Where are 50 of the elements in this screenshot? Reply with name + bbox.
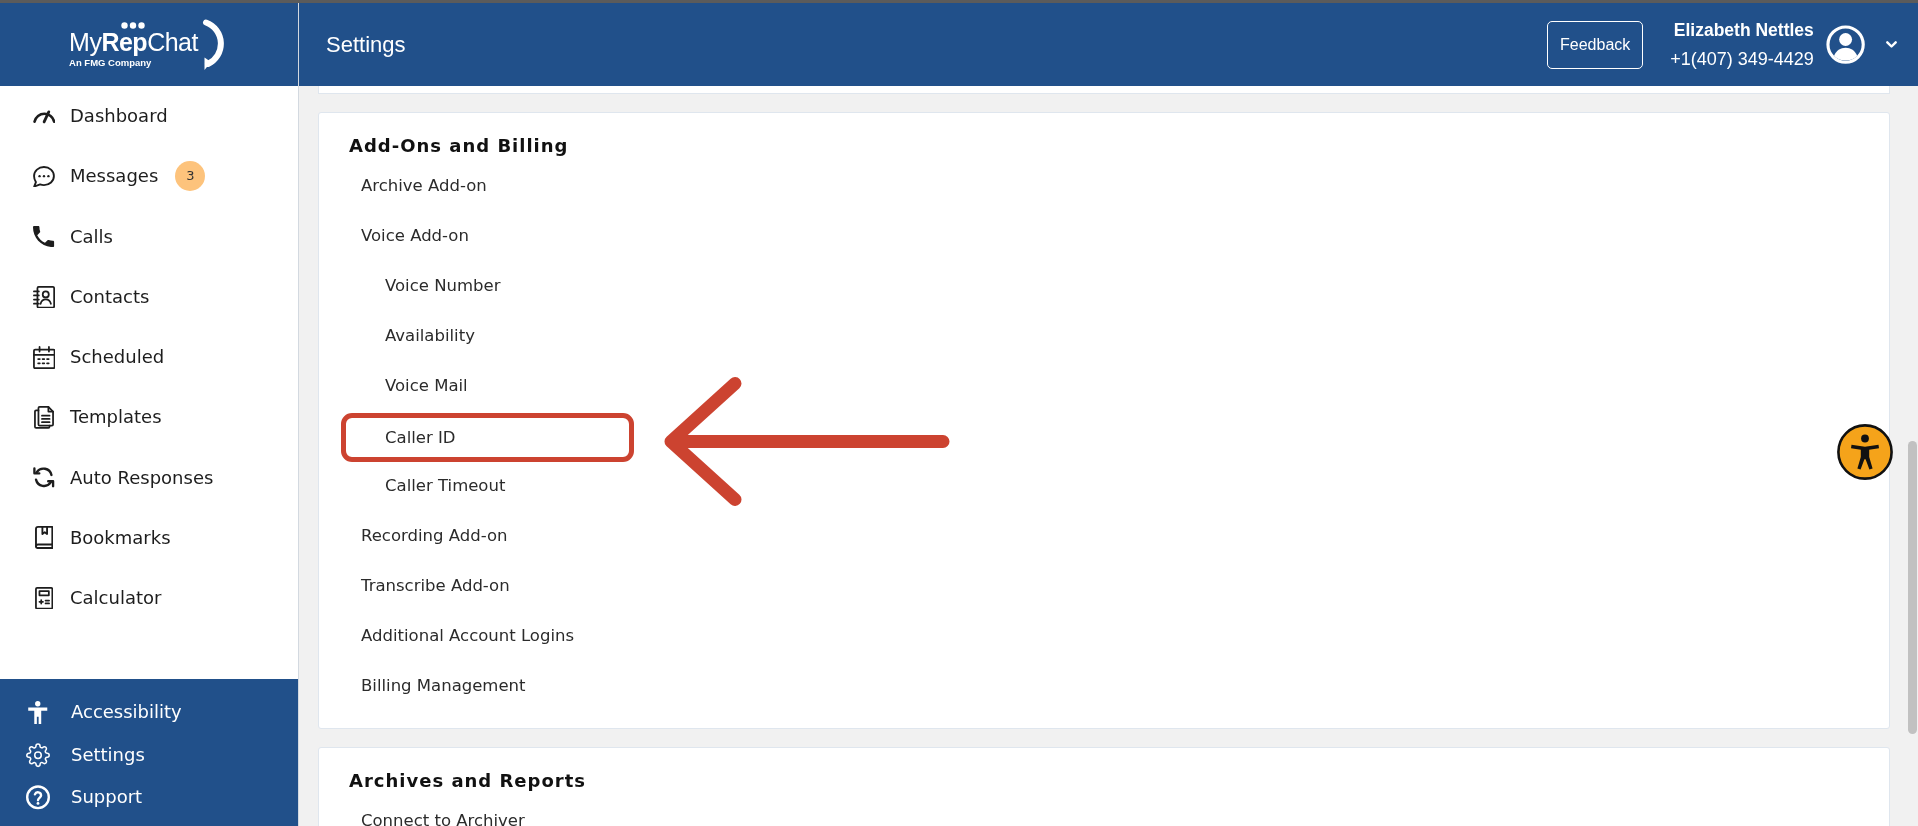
user-avatar-icon[interactable] [1825,24,1865,65]
user-name: Elizabeth Nettles [1673,18,1814,41]
settings-link[interactable]: Billing Management [361,676,526,696]
refresh-icon [33,467,55,488]
sidebar-item[interactable]: Templates [32,405,162,429]
settings-link[interactable]: Voice Number [385,276,501,296]
settings-link[interactable]: Archive Add-on [361,176,487,196]
settings-link[interactable]: Transcribe Add-on [361,576,510,596]
settings-link[interactable]: Connect to Archiver [361,811,525,826]
sidebar-item[interactable]: Bookmarks [32,526,171,550]
accessibility-icon [28,700,48,724]
page-title: Settings [326,30,406,59]
logo-wordmark: MyRepChat [69,29,198,56]
accessibility-icon[interactable] [1837,424,1893,480]
settings-icon [26,741,50,768]
sidebar-item[interactable]: Accessibility [26,700,182,724]
chevron-down-icon[interactable] [1886,40,1897,49]
document-icon [34,405,54,429]
unread-count: 3 [175,161,206,192]
gauge-icon [32,108,56,124]
sidebar-item[interactable]: Dashboard [32,105,168,128]
section-title: Add-Ons and Billing [349,134,569,158]
sidebar-item[interactable]: Calculator [32,586,162,610]
chat-bubble-icon [32,165,56,188]
settings-link[interactable]: Additional Account Logins [361,626,575,646]
book-icon [34,526,54,550]
feedback-button[interactable]: Feedback [1547,20,1644,69]
sidebar-item[interactable]: Settings [26,741,145,768]
sidebar-item[interactable]: Scheduled [32,345,165,369]
settings-link[interactable]: Caller Timeout [385,476,506,496]
sidebar-item[interactable]: Contacts [32,285,150,309]
logo-dots-icon [121,21,146,29]
settings-link[interactable]: Caller ID [341,413,634,462]
calendar-icon [32,345,56,369]
settings-link[interactable]: Availability [385,326,475,346]
phone-icon [33,226,55,248]
help-icon [26,784,50,810]
settings-link[interactable]: Recording Add-on [361,526,508,546]
settings-link[interactable]: Voice Mail [385,376,468,396]
sidebar-item[interactable]: Auto Responses [32,466,214,489]
calculator-icon [34,586,54,610]
section-title: Archives and Reports [349,769,586,793]
settings-link[interactable]: Voice Add-on [361,226,469,246]
logo-tagline: An FMG Company [69,57,152,68]
sidebar-item[interactable]: Messages 3 [32,161,206,192]
scrollbar-thumb[interactable] [1908,441,1917,734]
sidebar-item[interactable]: Calls [32,225,113,248]
user-phone: +1(407) 349-4429 [1670,47,1814,71]
sidebar-item[interactable]: Support [26,784,143,810]
contact-card-icon [32,285,56,309]
